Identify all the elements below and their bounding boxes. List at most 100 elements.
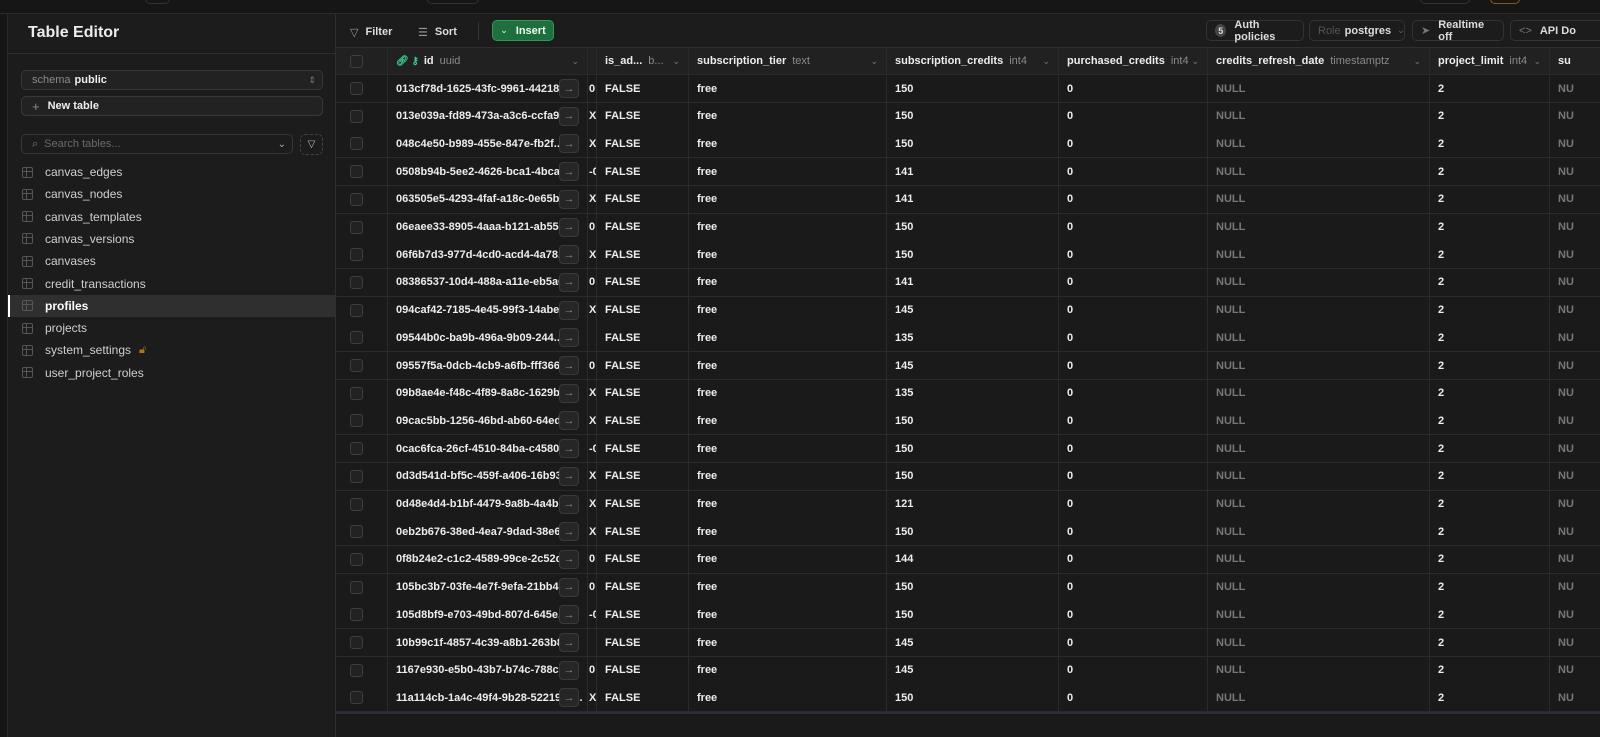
cell-su[interactable]: NU <box>1550 463 1600 490</box>
arrow-right-icon[interactable]: → <box>559 605 579 625</box>
cell-id[interactable]: 1167e930-e5b0-43b7-b74c-788c9... → <box>388 656 588 684</box>
insert-button[interactable]: ⌄ Insert <box>492 20 554 41</box>
row-checkbox[interactable] <box>350 165 363 179</box>
table-row[interactable]: 063505e5-4293-4faf-a18c-0e65b... → X FALSE f… <box>336 185 1600 214</box>
cell-su[interactable]: NU <box>1550 601 1600 628</box>
cell-project_limit[interactable]: 2 <box>1430 435 1550 463</box>
cell-id[interactable]: 06f6b7d3-977d-4cd0-acd4-4a78... → <box>388 241 588 269</box>
cell-project_limit[interactable]: 2 <box>1430 296 1550 324</box>
cell-is_ad[interactable]: FALSE <box>597 462 689 490</box>
arrow-right-icon[interactable]: → <box>559 494 579 514</box>
cell-subscription_tier[interactable]: free <box>689 268 887 296</box>
cell-purchased_credits[interactable]: 0 <box>1059 296 1208 324</box>
row-checkbox[interactable] <box>350 220 363 234</box>
cell-credits_refresh_date[interactable]: NULL <box>1208 213 1430 241</box>
arrow-right-icon[interactable]: → <box>559 522 579 542</box>
arrow-right-icon[interactable]: → <box>559 189 579 209</box>
cell-project_limit[interactable]: 2 <box>1430 407 1550 435</box>
arrow-right-icon[interactable]: → <box>559 411 579 431</box>
cell-credits_refresh_date[interactable]: NULL <box>1208 268 1430 296</box>
cell-id[interactable]: 0d3d541d-bf5c-459f-a406-16b93... → <box>388 462 588 490</box>
cell-su[interactable]: NU <box>1550 574 1600 601</box>
cell-purchased_credits[interactable]: 0 <box>1059 573 1208 601</box>
cell-subscription_credits[interactable]: 150 <box>887 684 1059 712</box>
cell-purchased_credits[interactable]: 0 <box>1059 435 1208 463</box>
sidebar-table-canvas-nodes[interactable]: canvas_nodes <box>8 183 336 205</box>
cell-credits_refresh_date[interactable]: NULL <box>1208 462 1430 490</box>
cell-purchased_credits[interactable]: 0 <box>1059 185 1208 213</box>
cell-partial[interactable]: X <box>588 185 597 213</box>
table-row[interactable]: 0eb2b676-38ed-4ea7-9dad-38e6... → X FALSE fr… <box>336 518 1600 547</box>
cell-project_limit[interactable]: 2 <box>1430 130 1550 158</box>
cell-subscription_credits[interactable]: 150 <box>887 573 1059 601</box>
cell-subscription_tier[interactable]: free <box>689 656 887 684</box>
cell-subscription_credits[interactable]: 145 <box>887 656 1059 684</box>
cell-subscription_credits[interactable]: 150 <box>887 435 1059 463</box>
cell-credits_refresh_date[interactable]: NULL <box>1208 185 1430 213</box>
row-checkbox[interactable] <box>350 497 363 511</box>
cell-is_ad[interactable]: FALSE <box>597 185 689 213</box>
cell-su[interactable]: NU <box>1550 352 1600 379</box>
cell-project_limit[interactable]: 2 <box>1430 352 1550 379</box>
cell-purchased_credits[interactable]: 0 <box>1059 684 1208 712</box>
cell-id[interactable]: 105bc3b7-03fe-4e7f-9efa-21bb40... → <box>388 573 588 601</box>
table-row[interactable]: 0f8b24e2-c1c2-4589-99ce-2c52d... → 0 FALSE f… <box>336 545 1600 574</box>
cell-partial[interactable]: X <box>588 379 597 407</box>
arrow-right-icon[interactable]: → <box>559 134 579 154</box>
cell-subscription_tier[interactable]: free <box>689 213 887 241</box>
cell-subscription_credits[interactable]: 150 <box>887 213 1059 241</box>
collapse-icon[interactable]: ⌄ <box>278 139 286 150</box>
cell-credits_refresh_date[interactable]: NULL <box>1208 296 1430 324</box>
api-docs-button[interactable]: <> API Do <box>1510 20 1600 41</box>
cell-credits_refresh_date[interactable]: NULL <box>1208 518 1430 546</box>
cell-subscription_tier[interactable]: free <box>689 629 887 656</box>
row-checkbox[interactable] <box>350 82 363 95</box>
cell-id[interactable]: 013cf78d-1625-43fc-9961-442189... → <box>388 75 588 102</box>
cell-credits_refresh_date[interactable]: NULL <box>1208 573 1430 601</box>
row-checkbox[interactable] <box>350 663 363 677</box>
table-row[interactable]: 09b8ae4e-f48c-4f89-8a8c-1629b... → X FALSE f… <box>336 379 1600 408</box>
cell-su[interactable]: NU <box>1550 684 1600 711</box>
cell-su[interactable]: NU <box>1550 269 1600 296</box>
cell-credits_refresh_date[interactable]: NULL <box>1208 684 1430 712</box>
cell-purchased_credits[interactable]: 0 <box>1059 601 1208 629</box>
row-checkbox[interactable] <box>350 608 363 622</box>
cell-is_ad[interactable]: FALSE <box>597 407 689 435</box>
cell-su[interactable]: NU <box>1550 324 1600 351</box>
search-tables-input[interactable]: ⌕ Search tables... ⌄ <box>21 134 293 154</box>
arrow-right-icon[interactable]: → <box>559 162 579 182</box>
cell-is_ad[interactable]: FALSE <box>597 379 689 407</box>
cell-subscription_credits[interactable]: 141 <box>887 185 1059 213</box>
chevron-down-icon[interactable]: ⌄ <box>870 56 878 67</box>
cell-project_limit[interactable]: 2 <box>1430 268 1550 296</box>
cell-id[interactable]: 09544b0c-ba9b-496a-9b09-244... → <box>388 324 588 352</box>
cell-id[interactable]: 013e039a-fd89-473a-a3c6-ccfa9... → <box>388 102 588 130</box>
sort-button[interactable]: ☰ Sort <box>418 22 457 42</box>
cell-project_limit[interactable]: 2 <box>1430 462 1550 490</box>
filter-button[interactable]: ▽ Filter <box>350 22 392 42</box>
cell-subscription_tier[interactable]: free <box>689 352 887 379</box>
cell-partial[interactable]: -0 <box>588 601 597 629</box>
table-row[interactable]: 09544b0c-ba9b-496a-9b09-244... → FALSE free… <box>336 324 1600 353</box>
chevron-down-icon[interactable]: ⌄ <box>571 56 579 67</box>
cell-purchased_credits[interactable]: 0 <box>1059 158 1208 186</box>
cell-is_ad[interactable]: FALSE <box>597 545 689 573</box>
cell-partial[interactable] <box>588 629 597 656</box>
cell-project_limit[interactable]: 2 <box>1430 573 1550 601</box>
cell-id[interactable]: 105d8bf9-e703-49bd-807d-645e... → <box>388 601 588 629</box>
arrow-right-icon[interactable]: → <box>559 245 579 265</box>
column-header[interactable]: is_ad... b... ⌄ <box>597 48 689 74</box>
cell-is_ad[interactable]: FALSE <box>597 268 689 296</box>
sidebar-table-system-settings[interactable]: system_settings 🔓︎ <box>8 339 336 361</box>
filter-tables-button[interactable]: ▽ <box>300 134 323 155</box>
cell-purchased_credits[interactable]: 0 <box>1059 379 1208 407</box>
cell-id[interactable]: 094caf42-7185-4e45-99f3-14abee... → <box>388 296 588 324</box>
cell-credits_refresh_date[interactable]: NULL <box>1208 435 1430 463</box>
table-row[interactable]: 0d3d541d-bf5c-459f-a406-16b93... → X FALSE f… <box>336 462 1600 491</box>
cell-subscription_tier[interactable]: free <box>689 130 887 158</box>
cell-is_ad[interactable]: FALSE <box>597 352 689 379</box>
arrow-right-icon[interactable]: → <box>559 466 579 486</box>
cell-subscription_tier[interactable]: free <box>689 324 887 352</box>
cell-id[interactable]: 048c4e50-b989-455e-847e-fb2f... → <box>388 130 588 158</box>
cell-partial[interactable]: 0 <box>588 545 597 573</box>
